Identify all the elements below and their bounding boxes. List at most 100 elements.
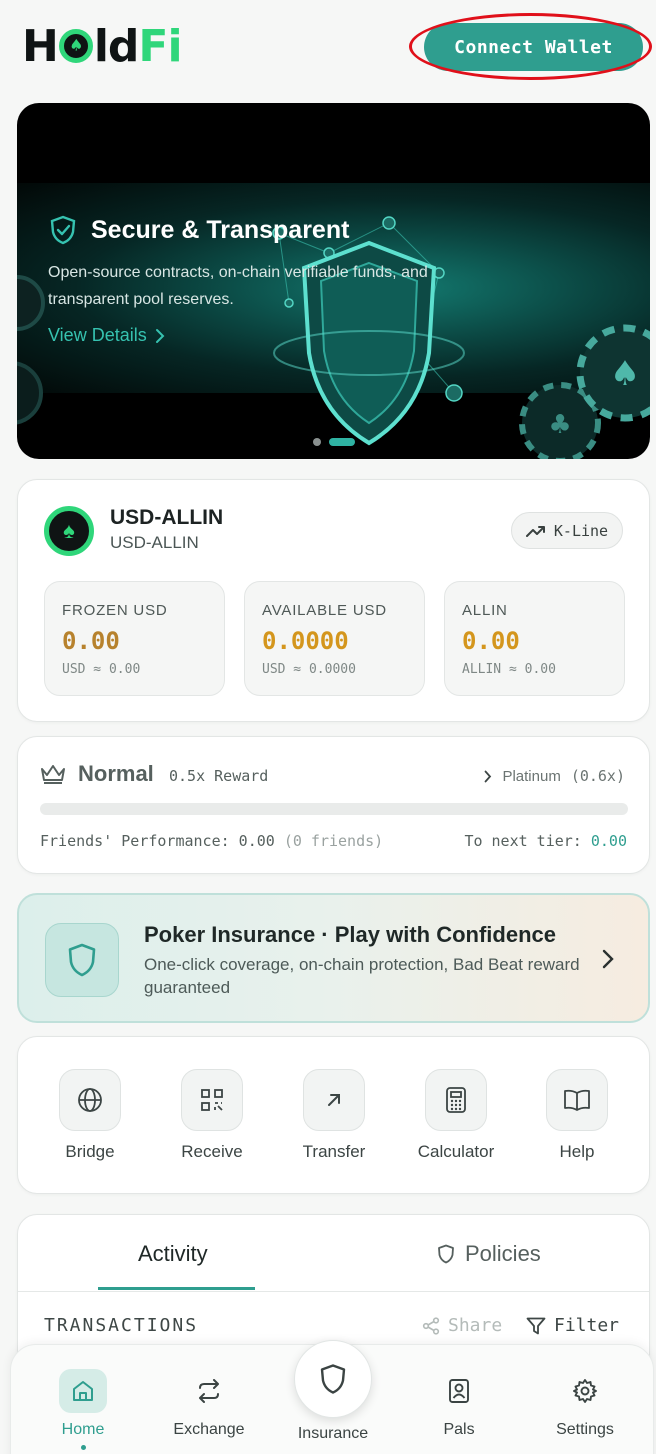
calculator-icon xyxy=(425,1069,487,1131)
nav-label: Home xyxy=(61,1421,105,1438)
transactions-section-label: TRANSACTIONS xyxy=(44,1315,199,1336)
share-label: Share xyxy=(448,1315,503,1336)
chevron-right-icon xyxy=(485,770,492,782)
balance-conversion: USD ≈ 0.00 xyxy=(62,662,141,677)
nav-settings[interactable]: Settings xyxy=(535,1369,635,1439)
svg-text:♠: ♠ xyxy=(610,354,640,394)
trending-up-icon xyxy=(525,525,545,537)
tab-policies[interactable]: Policies xyxy=(437,1241,541,1267)
chevron-right-icon xyxy=(155,328,165,343)
quick-actions-card: Bridge Receive Transfer Calculator Help xyxy=(17,1036,650,1194)
balance-conversion: ALLIN ≈ 0.00 xyxy=(462,662,556,677)
balance-conversion: USD ≈ 0.0000 xyxy=(262,662,356,677)
action-calculator[interactable]: Calculator xyxy=(406,1069,506,1162)
nav-exchange[interactable]: Exchange xyxy=(159,1369,259,1439)
action-help[interactable]: Help xyxy=(527,1069,627,1162)
tier-progress-bar xyxy=(40,803,628,815)
friends-count: (0 friends) xyxy=(283,832,384,850)
action-transfer[interactable]: Transfer xyxy=(284,1069,384,1162)
token-name: USD-ALLIN xyxy=(110,506,224,529)
carousel-indicator xyxy=(313,438,355,446)
globe-icon xyxy=(59,1069,121,1131)
filter-label: Filter xyxy=(554,1315,620,1336)
nav-insurance[interactable] xyxy=(294,1340,372,1418)
balance-label: FROZEN USD xyxy=(62,602,168,619)
token-subtitle: USD-ALLIN xyxy=(110,533,199,552)
arrow-up-right-icon xyxy=(303,1069,365,1131)
promo-title: Poker Insurance · Play with Confidence xyxy=(144,922,556,947)
action-label: Receive xyxy=(181,1142,243,1161)
balance-value: 0.0000 xyxy=(262,627,349,655)
nav-pals[interactable]: Pals xyxy=(409,1369,509,1439)
action-label: Transfer xyxy=(302,1142,366,1161)
view-details-link[interactable]: View Details xyxy=(48,325,165,346)
contact-card-icon xyxy=(435,1369,483,1413)
tab-activity[interactable]: Activity xyxy=(138,1241,208,1267)
filter-icon xyxy=(526,1317,546,1334)
holdfi-logo: HldFi xyxy=(22,21,183,72)
bottom-navigation: Home Exchange Insurance Pals Settings xyxy=(10,1340,654,1454)
nav-home[interactable]: Home xyxy=(33,1369,133,1450)
promo-banner[interactable]: ♠ ♣ Secure & Transparent Open-source con… xyxy=(17,103,650,459)
poker-chips-art-right: ♠ ♣ xyxy=(519,324,650,459)
nav-label: Exchange xyxy=(173,1421,245,1438)
swap-icon xyxy=(185,1369,233,1413)
reward-tier-card: Normal 0.5x Reward Platinum (0.6x) Frien… xyxy=(17,736,650,874)
banner-title: Secure & Transparent xyxy=(91,215,350,244)
tab-divider xyxy=(18,1291,649,1292)
nav-label: Settings xyxy=(556,1421,614,1438)
banner-title-row: Secure & Transparent xyxy=(49,215,349,245)
to-next-tier-value: 0.00 xyxy=(590,832,627,850)
filter-button[interactable]: Filter xyxy=(526,1315,619,1336)
shield-check-icon xyxy=(50,215,76,245)
connect-wallet-button[interactable]: Connect Wallet xyxy=(424,23,643,71)
chevron-right-icon xyxy=(602,949,614,969)
svg-text:♣: ♣ xyxy=(548,410,571,440)
promo-description: One-click coverage, on-chain protection,… xyxy=(144,955,580,997)
next-tier-multiplier: (0.6x) xyxy=(570,767,625,785)
crown-icon xyxy=(41,765,65,784)
to-next-tier: To next tier: 0.00 xyxy=(464,832,627,850)
view-details-label: View Details xyxy=(48,325,147,345)
app-header: HldFi Connect Wallet xyxy=(0,0,656,96)
home-icon xyxy=(59,1369,107,1413)
active-nav-dot xyxy=(80,1445,86,1450)
friends-performance: Friends' Performance: 0.00 (0 friends) xyxy=(40,832,383,850)
shield-icon xyxy=(45,923,119,997)
shield-icon xyxy=(320,1364,346,1394)
qr-code-icon xyxy=(181,1069,243,1131)
shield-network-art xyxy=(272,216,465,446)
next-tier-name: Platinum xyxy=(502,767,561,785)
balance-value: 0.00 xyxy=(62,627,120,655)
active-tab-indicator xyxy=(98,1287,255,1290)
action-label: Bridge xyxy=(65,1142,115,1161)
nav-label: Insurance xyxy=(297,1425,369,1442)
k-line-button[interactable]: K-Line xyxy=(511,512,623,549)
banner-description: Open-source contracts, on-chain verifiab… xyxy=(48,264,428,308)
to-next-tier-label: To next tier: xyxy=(464,832,582,850)
frozen-usd-box: FROZEN USD 0.00 USD ≈ 0.00 xyxy=(44,581,225,696)
tab-policies-label: Policies xyxy=(465,1241,541,1266)
carousel-dot-active[interactable] xyxy=(329,438,355,446)
action-label: Help xyxy=(559,1142,595,1161)
poker-insurance-promo[interactable]: Poker Insurance · Play with Confidence O… xyxy=(17,893,650,1023)
shield-icon xyxy=(438,1244,454,1264)
share-button[interactable]: Share xyxy=(422,1315,502,1336)
available-usd-box: AVAILABLE USD 0.0000 USD ≈ 0.0000 xyxy=(244,581,425,696)
friends-performance-label: Friends' Performance: 0.00 xyxy=(40,832,275,850)
balance-label: ALLIN xyxy=(462,602,508,619)
action-label: Calculator xyxy=(417,1142,495,1161)
balance-value: 0.00 xyxy=(462,627,520,655)
share-icon xyxy=(422,1316,440,1335)
allin-balance-box: ALLIN 0.00 ALLIN ≈ 0.00 xyxy=(444,581,625,696)
action-receive[interactable]: Receive xyxy=(162,1069,262,1162)
token-balance-card: ♠ USD-ALLIN USD-ALLIN K-Line FROZEN USD … xyxy=(17,479,650,722)
action-bridge[interactable]: Bridge xyxy=(40,1069,140,1162)
carousel-dot[interactable] xyxy=(313,438,321,446)
balance-label: AVAILABLE USD xyxy=(262,602,387,619)
usd-allin-token-icon: ♠ xyxy=(44,506,94,556)
book-icon xyxy=(546,1069,608,1131)
gear-icon xyxy=(561,1369,609,1413)
tier-name: Normal xyxy=(78,761,154,786)
next-tier-link[interactable]: Platinum (0.6x) xyxy=(484,767,625,785)
